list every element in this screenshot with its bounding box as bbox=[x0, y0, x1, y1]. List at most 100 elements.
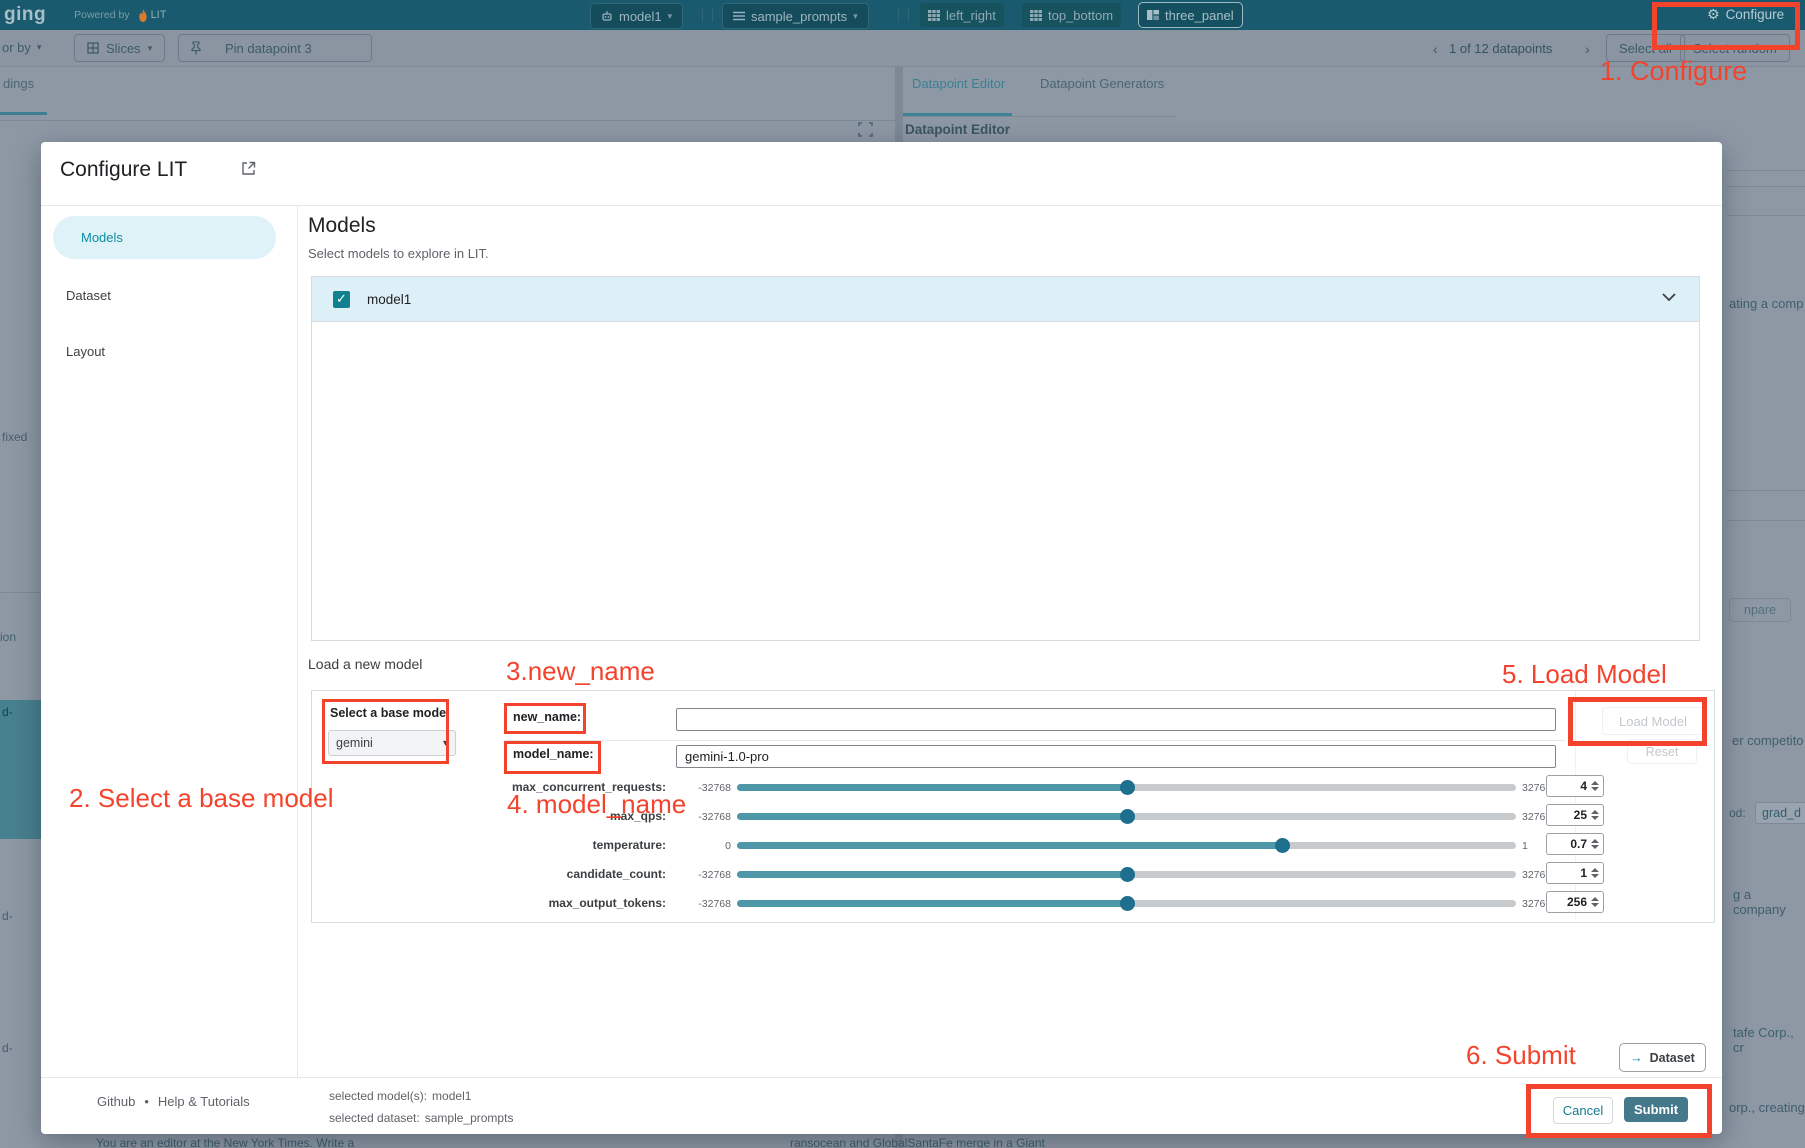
slider-track[interactable] bbox=[737, 784, 1516, 791]
prev-datapoint-button[interactable]: ‹ bbox=[1433, 41, 1438, 57]
model-name-input[interactable] bbox=[676, 745, 1556, 768]
layout-three-panel-label: three_panel bbox=[1165, 8, 1234, 23]
bg-row-label: d- bbox=[2, 705, 13, 719]
model-selector-button[interactable]: model1 ▾ bbox=[590, 3, 683, 29]
pagination-label: 1 of 12 datapoints bbox=[1449, 41, 1552, 56]
slider-label: candidate_count: bbox=[371, 867, 666, 881]
slider-fill bbox=[737, 784, 1127, 791]
slider-track[interactable] bbox=[737, 871, 1516, 878]
bg-left-tab[interactable]: dings bbox=[3, 76, 34, 91]
spinner-value: 4 bbox=[1580, 779, 1587, 793]
stepper-icon[interactable] bbox=[1591, 897, 1599, 907]
slider-label: temperature: bbox=[371, 838, 666, 852]
pin-datapoint-button[interactable]: Pin datapoint 3 bbox=[178, 34, 372, 62]
model-row-label: model1 bbox=[367, 292, 411, 307]
model-row-model1[interactable]: ✓ model1 bbox=[312, 277, 1699, 322]
chevron-down-icon: ▾ bbox=[37, 42, 42, 53]
dialog-header-divider bbox=[41, 205, 1722, 206]
slices-button[interactable]: Slices ▾ bbox=[74, 34, 165, 62]
annotation-1-configure: 1. Configure bbox=[1600, 56, 1747, 87]
slider-track[interactable] bbox=[737, 842, 1516, 849]
field-divider bbox=[505, 740, 1565, 741]
configure-lit-dialog: Configure LIT Models Dataset Layout Mode… bbox=[41, 142, 1722, 1134]
help-tutorials-link[interactable]: Help & Tutorials bbox=[158, 1094, 250, 1109]
slider-track[interactable] bbox=[737, 813, 1516, 820]
chevron-down-icon: ▾ bbox=[853, 11, 858, 22]
slider-row-candidate-count: candidate_count: -32768 32767 1 bbox=[371, 860, 1601, 888]
bg-tabbar-line bbox=[903, 116, 1175, 117]
layout-button-three-panel[interactable]: three_panel bbox=[1138, 2, 1243, 28]
app-logo: ging bbox=[4, 4, 46, 26]
bg-tab-datapoint-editor[interactable]: Datapoint Editor bbox=[912, 76, 1005, 91]
dot-separator: • bbox=[144, 1094, 149, 1109]
slider-min: 0 bbox=[671, 840, 731, 852]
slider-track[interactable] bbox=[737, 900, 1516, 907]
nav-item-layout[interactable]: Layout bbox=[66, 344, 105, 359]
bg-divider bbox=[0, 120, 895, 121]
model-selector-label: model1 bbox=[619, 9, 662, 24]
bg-panel-title: Datapoint Editor bbox=[905, 122, 1010, 137]
value-spinner[interactable]: 1 bbox=[1546, 862, 1604, 884]
selected-model-value[interactable]: model1 bbox=[432, 1089, 471, 1103]
divider bbox=[908, 8, 909, 22]
stepper-icon[interactable] bbox=[1591, 868, 1599, 878]
stepper-icon[interactable] bbox=[1591, 810, 1599, 820]
sidebar-divider bbox=[297, 206, 298, 1077]
nav-models-label: Models bbox=[81, 230, 123, 245]
slider-handle[interactable] bbox=[1120, 867, 1135, 882]
slider-label: max_output_tokens: bbox=[371, 896, 666, 910]
slider-handle[interactable] bbox=[1120, 780, 1135, 795]
external-link-icon[interactable] bbox=[241, 161, 256, 176]
slider-handle[interactable] bbox=[1275, 838, 1290, 853]
bg-row-label: ion bbox=[0, 630, 16, 644]
value-spinner[interactable]: 4 bbox=[1546, 775, 1604, 797]
pin-icon bbox=[191, 41, 201, 55]
next-datapoint-button[interactable]: › bbox=[1585, 41, 1590, 57]
bg-divider bbox=[1727, 170, 1805, 171]
slider-min: -32768 bbox=[671, 898, 731, 910]
slider-handle[interactable] bbox=[1120, 896, 1135, 911]
bg-row-label: d- bbox=[2, 909, 13, 923]
chevron-down-icon[interactable] bbox=[1662, 293, 1676, 301]
annotation-box-base-model bbox=[322, 699, 449, 764]
selected-model-label: selected model(s): bbox=[329, 1089, 427, 1103]
expand-icon[interactable] bbox=[858, 122, 873, 137]
color-by-button[interactable]: or by ▾ bbox=[2, 40, 41, 55]
divider bbox=[712, 8, 713, 22]
layout-button-left-right[interactable]: left_right bbox=[920, 3, 1004, 27]
selection-toolbar: or by ▾ Slices ▾ Pin datapoint 3 ‹ 1 of … bbox=[0, 30, 1805, 67]
stepper-icon[interactable] bbox=[1591, 839, 1599, 849]
slider-handle[interactable] bbox=[1120, 809, 1135, 824]
selected-dataset-value[interactable]: sample_prompts bbox=[425, 1111, 514, 1125]
value-spinner[interactable]: 25 bbox=[1546, 804, 1604, 826]
model-checkbox[interactable]: ✓ bbox=[333, 291, 350, 308]
dialog-title: Configure LIT bbox=[60, 158, 187, 182]
selected-dataset-label: selected dataset: bbox=[329, 1111, 420, 1125]
color-by-label: or by bbox=[2, 40, 31, 55]
bg-divider bbox=[1727, 490, 1805, 491]
bg-field-label: od: bbox=[1729, 806, 1746, 820]
new-name-input[interactable] bbox=[676, 708, 1556, 731]
nav-item-dataset[interactable]: Dataset bbox=[66, 288, 111, 303]
slider-fill bbox=[737, 900, 1127, 907]
model-icon bbox=[601, 10, 613, 22]
lit-label: LIT bbox=[151, 9, 167, 21]
dataset-selector-button[interactable]: sample_prompts ▾ bbox=[722, 3, 869, 29]
github-link[interactable]: Github bbox=[97, 1094, 135, 1109]
goto-dataset-button[interactable]: → Dataset bbox=[1619, 1043, 1706, 1072]
layout-button-top-bottom[interactable]: top_bottom bbox=[1022, 3, 1121, 27]
check-icon: ✓ bbox=[336, 291, 347, 307]
value-spinner[interactable]: 0.7 bbox=[1546, 833, 1604, 855]
bg-snippet: er competito bbox=[1732, 733, 1804, 748]
value-spinner[interactable]: 256 bbox=[1546, 891, 1604, 913]
selected-dataset-line: selected dataset: sample_prompts bbox=[329, 1111, 513, 1125]
chevron-down-icon: ▾ bbox=[668, 11, 673, 22]
nav-item-models[interactable]: Models bbox=[53, 216, 276, 259]
divider bbox=[702, 8, 703, 22]
bg-divider bbox=[1727, 520, 1805, 521]
bg-tab-datapoint-generators[interactable]: Datapoint Generators bbox=[1040, 76, 1164, 91]
selected-model-line: selected model(s): model1 bbox=[329, 1089, 471, 1103]
spinner-value: 0.7 bbox=[1570, 837, 1587, 851]
bg-divider bbox=[0, 592, 41, 593]
stepper-icon[interactable] bbox=[1591, 781, 1599, 791]
